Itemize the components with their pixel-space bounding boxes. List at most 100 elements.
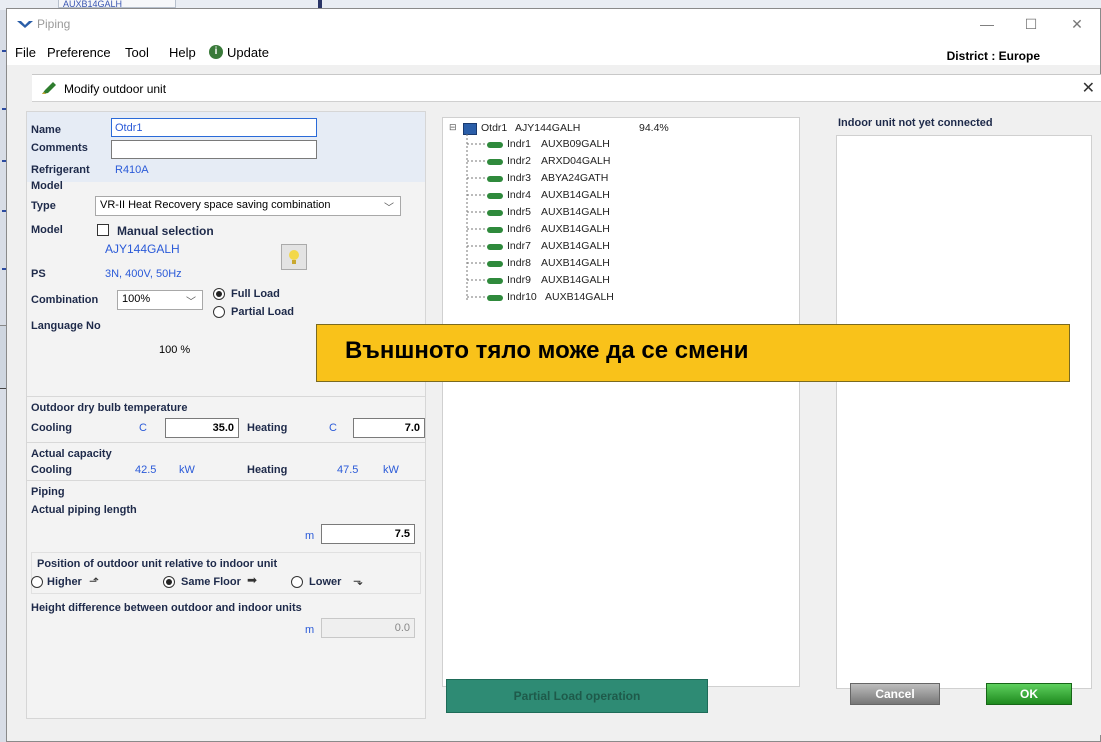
comments-input[interactable] [111, 140, 317, 159]
model-label: Model [31, 224, 63, 236]
height-diff-label: Height difference between outdoor and in… [31, 602, 302, 614]
pencil-edit-icon [42, 82, 56, 94]
name-label: Name [31, 124, 61, 136]
full-load-radio[interactable] [213, 288, 225, 300]
root-model: AJY144GALH [515, 122, 581, 134]
indoor-unit-name: Indr7 [507, 240, 531, 252]
partial-load-operation-button[interactable]: Partial Load operation [446, 679, 708, 713]
height-diff-input[interactable] [321, 618, 415, 638]
menu-help[interactable]: Help [169, 45, 196, 60]
info-icon: i [209, 45, 223, 59]
indoor-unit-name: Indr1 [507, 138, 531, 150]
cooling-capacity-label: Cooling [31, 464, 72, 476]
piping-length-unit: m [305, 530, 315, 542]
type-select-value: VR-II Heat Recovery space saving combina… [100, 199, 331, 211]
ps-label: PS [31, 268, 46, 280]
lower-label: Lower [309, 576, 342, 588]
dialog-close-button[interactable]: ✕ [1082, 78, 1095, 98]
partial-load-radio[interactable] [213, 306, 225, 318]
refrigerant-value: R410A [115, 164, 149, 176]
indoor-unit-icon [487, 295, 503, 301]
arrow-right-icon: ➡ [247, 573, 258, 587]
menu-preference[interactable]: Preference [47, 45, 111, 60]
name-input[interactable] [111, 118, 317, 137]
district-label: District : Europe [946, 49, 1040, 63]
indoor-unit-icon [487, 278, 503, 284]
ok-button[interactable]: OK [986, 683, 1072, 705]
heating-capacity-label: Heating [247, 464, 288, 476]
ratio-value: 100 % [159, 344, 191, 356]
chevron-down-icon: ﹀ [384, 203, 394, 214]
indoor-unit-name: Indr4 [507, 189, 531, 201]
root-ratio: 94.4% [639, 122, 669, 134]
menu-update[interactable]: Update [227, 45, 269, 60]
same-floor-radio[interactable] [163, 576, 175, 588]
cooling-capacity-unit: kW [179, 464, 195, 476]
minimize-button[interactable]: — [967, 11, 1007, 37]
model-section-label: Model [31, 180, 63, 192]
refrigerant-label: Refrigerant [31, 164, 90, 176]
step-up-icon: ⬏ [89, 574, 100, 588]
outdoor-temp-section-label: Outdoor dry bulb temperature [31, 402, 188, 414]
indoor-unit-model: AUXB14GALH [541, 189, 610, 201]
indoor-unit-icon [487, 210, 503, 216]
menu-bar: File Preference Tool Help i Update Distr… [7, 39, 1100, 65]
chevron-down-icon: ﹀ [186, 297, 196, 308]
indoor-unit-model: AUXB14GALH [541, 257, 610, 269]
combination-select-value: 100% [122, 293, 151, 305]
cooling-capacity-value: 42.5 [135, 464, 157, 476]
combination-select[interactable]: 100% ﹀ [117, 290, 203, 310]
title-bar: Piping — ☐ ✕ [7, 9, 1100, 39]
heating-capacity-value: 47.5 [337, 464, 359, 476]
indoor-unit-model: AUXB14GALH [541, 274, 610, 286]
divider [27, 396, 425, 397]
cooling-temp-unit: C [139, 422, 147, 434]
window-title: Piping [37, 17, 71, 31]
dialog-title: Modify outdoor unit [64, 82, 167, 96]
higher-radio[interactable] [31, 576, 43, 588]
piping-tree: ⊟ Otdr1 AJY144GALH 94.4% Indr1 AUXB09GALH… [442, 117, 800, 687]
cooling-temp-input[interactable] [165, 418, 239, 438]
piping-section-label: Piping [31, 486, 65, 498]
close-window-button[interactable]: ✕ [1057, 11, 1097, 37]
indoor-unit-name: Indr3 [507, 172, 531, 184]
model-lookup-button[interactable] [281, 244, 307, 270]
indoor-unit-model: AUXB09GALH [541, 138, 610, 150]
piping-length-input[interactable] [321, 524, 415, 544]
language-no-label: Language No [31, 320, 101, 332]
indoor-unit-icon [487, 193, 503, 199]
modify-outdoor-unit-dialog: Modify outdoor unit ✕ Name Comments Refr… [26, 74, 1101, 735]
type-label: Type [31, 200, 56, 212]
same-floor-label: Same Floor [181, 576, 241, 588]
type-select[interactable]: VR-II Heat Recovery space saving combina… [95, 196, 401, 216]
cooling-temp-label: Cooling [31, 422, 72, 434]
app-logo-icon [17, 21, 33, 28]
indoor-unit-model: AUXB14GALH [541, 206, 610, 218]
indoor-unit-model: AUXB14GALH [541, 223, 610, 235]
position-label: Position of outdoor unit relative to ind… [37, 558, 278, 570]
indoor-unit-icon [487, 142, 503, 148]
lightbulb-icon [289, 250, 299, 264]
collapse-icon[interactable]: ⊟ [449, 122, 457, 133]
indoor-unit-name: Indr6 [507, 223, 531, 235]
menu-file[interactable]: File [15, 45, 36, 60]
indoor-unit-model: ARXD04GALH [541, 155, 611, 167]
unconnected-units-list[interactable] [836, 135, 1092, 689]
menu-tool[interactable]: Tool [125, 45, 149, 60]
manual-selection-checkbox[interactable] [97, 224, 109, 236]
cancel-button[interactable]: Cancel [850, 683, 940, 705]
indoor-unit-name: Indr10 [507, 291, 537, 303]
ps-value: 3N, 400V, 50Hz [105, 268, 182, 280]
partial-load-label: Partial Load [231, 306, 294, 318]
callout-text: Външното тяло може да се смени [345, 337, 749, 364]
manual-selection-label: Manual selection [117, 224, 214, 238]
outdoor-unit-form: Name Comments Refrigerant R410A Model Ty… [26, 111, 426, 719]
higher-label: Higher [47, 576, 82, 588]
lower-radio[interactable] [291, 576, 303, 588]
combination-label: Combination [31, 294, 99, 306]
heating-temp-input[interactable] [353, 418, 425, 438]
maximize-button[interactable]: ☐ [1011, 11, 1051, 37]
actual-capacity-label: Actual capacity [31, 448, 112, 460]
heating-temp-unit: C [329, 422, 337, 434]
step-down-icon: ⬎ [353, 574, 364, 588]
